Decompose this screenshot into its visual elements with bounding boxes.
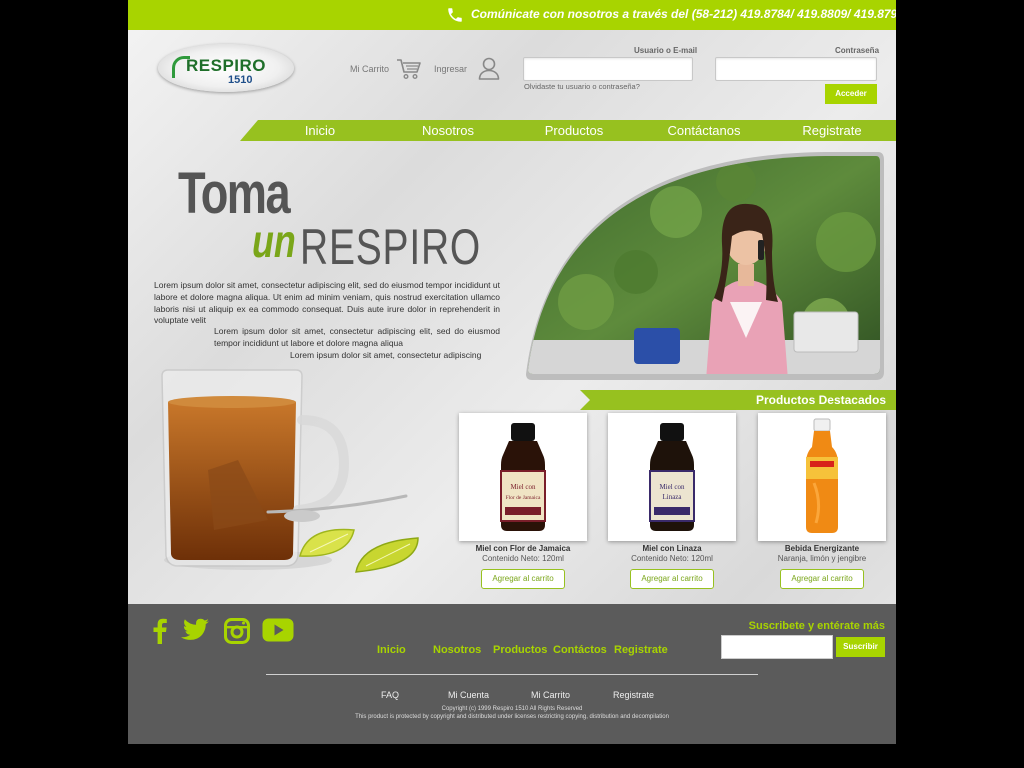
add-to-cart-button[interactable]: Agregar al carrito	[780, 569, 864, 589]
hero-title-un: un	[252, 215, 296, 267]
product-description: Naranja, limón y jengibre	[777, 554, 867, 563]
nav-item-registrate[interactable]: Registrate	[796, 123, 868, 138]
product-card: Miel con Linaza Miel con Linaza Contenid…	[608, 413, 736, 589]
hero-banner-image	[526, 152, 884, 380]
product-name: Bebida Energizante	[784, 544, 860, 553]
forgot-password-link[interactable]: Olvidaste tu usuario o contraseña?	[524, 82, 640, 91]
add-to-cart-button[interactable]: Agregar al carrito	[630, 569, 714, 589]
nav-item-inicio[interactable]: Inicio	[288, 123, 352, 138]
featured-products-title: Productos Destacados	[755, 393, 886, 407]
twitter-icon[interactable]	[180, 618, 210, 644]
logo-word: RESPIRO	[186, 56, 267, 75]
featured-products-bar: Productos Destacados	[580, 390, 896, 410]
footer-link-faq[interactable]: FAQ	[381, 690, 399, 700]
main-nav: Inicio Nosotros Productos Contáctanos Re…	[240, 120, 896, 141]
product-card: Miel con Flor de Jamaica Miel con Flor d…	[459, 413, 587, 589]
footer-nav-contactos[interactable]: Contáctos	[553, 644, 607, 656]
copyright-text: Copyright (c) 1999 Respiro 1510 All Righ…	[441, 706, 583, 712]
footer-divider	[266, 674, 758, 675]
tea-cup-image	[161, 369, 419, 573]
youtube-icon[interactable]	[262, 618, 294, 642]
cart-link[interactable]: Mi Carrito	[350, 64, 389, 74]
product-image[interactable]: Miel con Flor de Jamaica	[459, 413, 587, 541]
product-name: Miel con Flor de Jamaica	[475, 544, 571, 553]
instagram-icon[interactable]	[224, 618, 250, 644]
logo[interactable]: RESPIRO 1510	[158, 44, 294, 92]
footer-nav-registrate[interactable]: Registrate	[614, 644, 668, 656]
facebook-icon[interactable]	[152, 618, 168, 644]
bottle-label-line2: Flor de Jamaica	[506, 495, 541, 501]
footer-link-registrate[interactable]: Registrate	[613, 690, 654, 700]
bottle-icon: Miel con Flor de Jamaica	[500, 423, 546, 531]
footer-link-cart[interactable]: Mi Carrito	[531, 690, 570, 700]
subscribe-title: Suscribete y entérate más	[748, 620, 885, 632]
product-card: Bebida Energizante Naranja, limón y jeng…	[758, 413, 886, 589]
bottle-icon: Miel con Linaza	[649, 423, 695, 531]
add-to-cart-button[interactable]: Agregar al carrito	[481, 569, 565, 589]
nav-item-contactanos[interactable]: Contáctanos	[660, 123, 748, 138]
footer-nav-inicio[interactable]: Inicio	[377, 644, 406, 656]
product-description: Contenido Neto: 120ml	[482, 554, 564, 563]
username-label: Usuario o E-mail	[634, 46, 698, 55]
username-field[interactable]	[523, 57, 693, 81]
product-image[interactable]	[758, 413, 886, 541]
login-link[interactable]: Ingresar	[434, 64, 467, 74]
nav-item-productos[interactable]: Productos	[538, 123, 610, 138]
hero-paragraph-1: Lorem ipsum dolor sit amet, consectetur …	[154, 280, 500, 326]
user-icon[interactable]	[478, 56, 500, 80]
page: Comúnicate con nosotros a través del (58…	[128, 0, 896, 744]
login-button[interactable]: Acceder	[825, 84, 877, 104]
phone-icon	[448, 8, 462, 22]
password-label: Contraseña	[835, 46, 880, 55]
logo-number: 1510	[228, 74, 253, 86]
cart-icon[interactable]	[396, 58, 422, 80]
contact-text: Comúnicate con nosotros a través del (58…	[471, 7, 896, 21]
contact-bar: Comúnicate con nosotros a través del (58…	[128, 0, 896, 30]
subscribe-button[interactable]: Suscribir	[836, 637, 885, 657]
password-field[interactable]	[715, 57, 877, 81]
nav-item-nosotros[interactable]: Nosotros	[416, 123, 480, 138]
license-text: This product is protected by copyright a…	[355, 714, 669, 720]
hero-paragraph-2: Lorem ipsum dolor sit amet, consectetur …	[214, 326, 500, 348]
bottle-label-line1: Miel con	[659, 483, 685, 491]
product-name: Miel con Linaza	[642, 544, 702, 553]
hero-title-respiro: RESPIRO	[300, 219, 482, 275]
footer: Inicio Nosotros Productos Contáctos Regi…	[128, 604, 896, 744]
footer-nav-productos[interactable]: Productos	[493, 644, 547, 656]
energy-drink-bottle-icon	[806, 418, 838, 533]
footer-nav-nosotros[interactable]: Nosotros	[433, 644, 481, 656]
bottle-label-line2: Linaza	[662, 493, 682, 501]
product-image[interactable]: Miel con Linaza	[608, 413, 736, 541]
product-description: Contenido Neto: 120ml	[631, 554, 713, 563]
bottle-label-line1: Miel con	[510, 483, 536, 491]
subscribe-email-field[interactable]	[721, 635, 833, 659]
footer-link-account[interactable]: Mi Cuenta	[448, 690, 489, 700]
